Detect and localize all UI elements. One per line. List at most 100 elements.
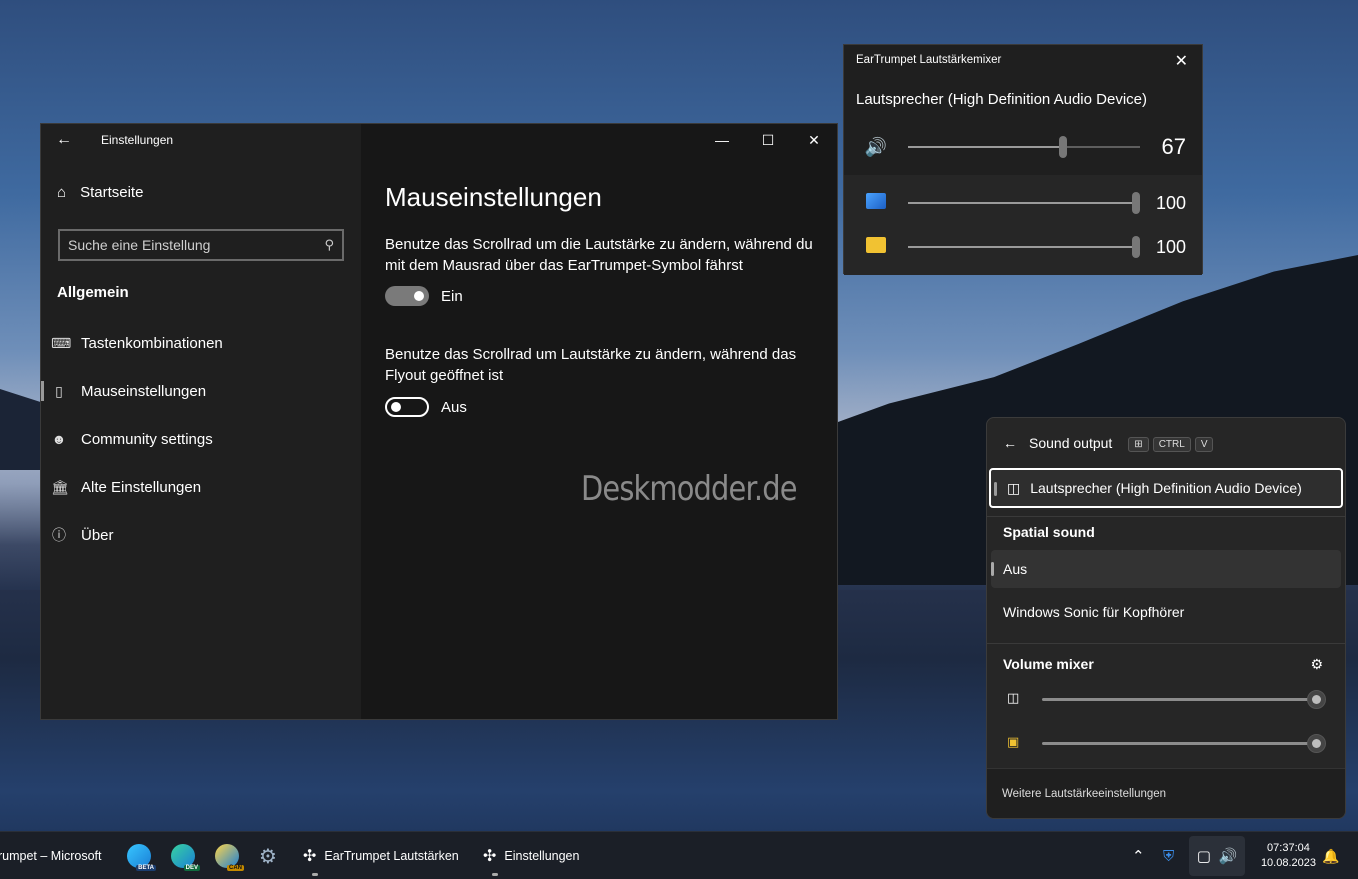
main-volume-slider[interactable] — [908, 136, 1140, 158]
flyout-volume-slider[interactable] — [1042, 742, 1317, 745]
main-volume-value: 67 — [1161, 134, 1186, 159]
window-title: Einstellungen — [101, 133, 174, 147]
keycap: V — [1194, 437, 1214, 452]
taskbar-label: BETA — [136, 865, 156, 871]
app-volume-slider[interactable] — [908, 192, 1140, 214]
sidebar-item-label: Mauseinstellungen — [81, 382, 207, 400]
spatial-option-off[interactable]: Aus — [991, 550, 1341, 588]
keycap: CTRL — [1152, 437, 1191, 452]
slider-thumb[interactable] — [1132, 192, 1140, 214]
taskbar-settings-app[interactable]: ⚙ — [259, 832, 277, 879]
gear-icon[interactable]: ⚙ — [1310, 656, 1323, 673]
divider — [987, 516, 1345, 517]
divider — [987, 643, 1345, 644]
sidebar-item-label: Über — [81, 526, 114, 544]
building-icon: 🏛 — [51, 478, 69, 495]
spatial-heading: Spatial sound — [1003, 524, 1095, 540]
option-scroll-over-icon-toggle-row[interactable]: Ein — [385, 286, 463, 306]
app-volume-value: 100 — [1155, 236, 1186, 257]
slider-thumb[interactable] — [1307, 690, 1326, 709]
sidebar-item-legacy-settings[interactable]: 🏛 Alte Einstellungen — [41, 463, 361, 511]
sidebar-item-label: Tastenkombinationen — [81, 334, 223, 352]
toggle-state-label: Aus — [441, 398, 467, 416]
flyout-volume-slider[interactable] — [1042, 698, 1317, 701]
nav-list: ⌨ Tastenkombinationen ▯ Mauseinstellunge… — [41, 319, 361, 559]
search-box[interactable]: ⚲ — [58, 229, 344, 261]
flyout-volume-row: ◫ — [987, 680, 1345, 716]
sidebar-item-keyboard-shortcuts[interactable]: ⌨ Tastenkombinationen — [41, 319, 361, 367]
sidebar-item-mouse-settings[interactable]: ▯ Mauseinstellungen — [41, 367, 361, 415]
search-input[interactable] — [68, 237, 325, 253]
chevron-up-icon[interactable]: ⌃ — [1132, 832, 1145, 879]
main-volume-row: 🔊 67 — [844, 121, 1202, 173]
windows-key-icon: ⊞ — [1128, 437, 1149, 452]
settings-content: — ☐ ✕ Mauseinstellungen Benutze das Scro… — [361, 124, 837, 719]
taskbar-app-eartrumpet-store[interactable]: rumpet – Microsoft — [0, 832, 102, 879]
option-scroll-flyout-text: Benutze das Scrollrad um Lautstärke zu ä… — [385, 346, 797, 384]
mixer-device-name: Lautsprecher (High Definition Audio Devi… — [856, 91, 1147, 108]
option-scroll-over-icon-text: Benutze das Scrollrad um die Lautstärke … — [385, 236, 813, 274]
sidebar-item-label: Alte Einstellungen — [81, 478, 202, 496]
taskbar-edge-beta[interactable]: BETA — [127, 832, 156, 879]
app-volume-slider[interactable] — [908, 236, 1140, 258]
app-volume-row: 100 — [844, 181, 1202, 225]
scroll-flyout-toggle[interactable] — [385, 397, 429, 417]
taskbar-label: CAN — [227, 865, 244, 871]
eartrumpet-icon: ✣ — [483, 848, 497, 865]
taskbar-label: rumpet – Microsoft — [0, 849, 102, 863]
slider-thumb[interactable] — [1059, 136, 1068, 158]
slider-thumb[interactable] — [1307, 734, 1326, 753]
speaker-device-icon: ◫ — [1007, 690, 1020, 705]
speaker-icon[interactable]: 🔊 — [844, 137, 908, 158]
flyout-volume-row: ▣ — [987, 724, 1345, 760]
taskbar-edge-canary[interactable]: CAN — [215, 832, 244, 879]
defender-shield-icon[interactable]: ⛨ — [1163, 832, 1174, 879]
more-volume-settings-link[interactable]: Weitere Lautstärkeeinstellungen — [987, 768, 1345, 818]
section-heading: Allgemein — [57, 284, 129, 301]
maximize-icon[interactable]: ☐ — [745, 124, 791, 156]
sidebar-item-about[interactable]: ⓘ Über — [41, 511, 361, 559]
scroll-over-icon-toggle[interactable] — [385, 286, 429, 306]
back-arrow-icon[interactable]: ← — [1003, 435, 1017, 451]
eartrumpet-mixer-window: EarTrumpet Lautstärkemixer ✕ Lautspreche… — [843, 44, 1203, 275]
close-icon[interactable]: ✕ — [1175, 51, 1188, 71]
nav-home-label: Startseite — [80, 184, 144, 201]
minimize-icon[interactable]: — — [699, 124, 745, 156]
mixer-title: EarTrumpet Lautstärkemixer — [856, 54, 1002, 66]
slider-thumb[interactable] — [1132, 236, 1140, 258]
taskbar-label: Einstellungen — [504, 849, 580, 863]
network-volume-tray[interactable]: ▢ 🔊 — [1189, 836, 1245, 876]
keyboard-icon: ⌨ — [51, 334, 72, 351]
taskbar-clock[interactable]: 07:37:04 10.08.2023 — [1261, 841, 1316, 871]
edge-dev-icon: DEV — [171, 844, 200, 871]
app-volume-row: 100 — [844, 225, 1202, 269]
shortcut-keys: ⊞ CTRL V — [1124, 434, 1214, 452]
search-icon[interactable]: ⚲ — [324, 237, 334, 253]
volume-mixer-heading: Volume mixer — [1003, 656, 1094, 672]
taskbar-app-einstellungen[interactable]: ✣ Einstellungen — [483, 832, 579, 879]
option-label: Aus — [1003, 561, 1028, 577]
settings-sidebar: ← Einstellungen ⌂ Startseite ⚲ Allgemein… — [41, 124, 361, 719]
clock-date: 10.08.2023 — [1260, 857, 1316, 869]
close-icon[interactable]: ✕ — [791, 124, 837, 156]
sidebar-item-community[interactable]: ☻ Community settings — [41, 415, 361, 463]
spatial-option-windows-sonic[interactable]: Windows Sonic für Kopfhörer — [991, 593, 1341, 631]
notification-bell-icon[interactable]: 🔔 — [1322, 832, 1339, 879]
nav-home[interactable]: ⌂ Startseite — [57, 184, 143, 201]
taskbar-edge-dev[interactable]: DEV — [171, 832, 200, 879]
watermark: Deskmodder.de — [581, 469, 797, 509]
output-device-item[interactable]: ◫ Lautsprecher (High Definition Audio De… — [989, 468, 1343, 508]
back-arrow-icon[interactable]: ← — [41, 131, 87, 149]
page-title: Mauseinstellungen — [385, 182, 602, 212]
option-scroll-flyout-toggle-row[interactable]: Aus — [385, 397, 467, 417]
device-label: Lautsprecher (High Definition Audio Devi… — [1030, 480, 1302, 496]
gear-icon: ⚙ — [259, 845, 277, 868]
window-controls: — ☐ ✕ — [699, 124, 837, 156]
clock-time: 07:37:04 — [1267, 842, 1310, 854]
speaker-device-icon: ◫ — [1007, 479, 1021, 496]
sidebar-item-label: Community settings — [81, 430, 213, 448]
people-icon: ☻ — [51, 431, 67, 447]
edge-canary-icon: CAN — [215, 844, 244, 871]
flyout-title: Sound output — [1029, 435, 1113, 451]
taskbar-app-eartrumpet[interactable]: ✣ EarTrumpet Lautstärken — [303, 832, 459, 879]
